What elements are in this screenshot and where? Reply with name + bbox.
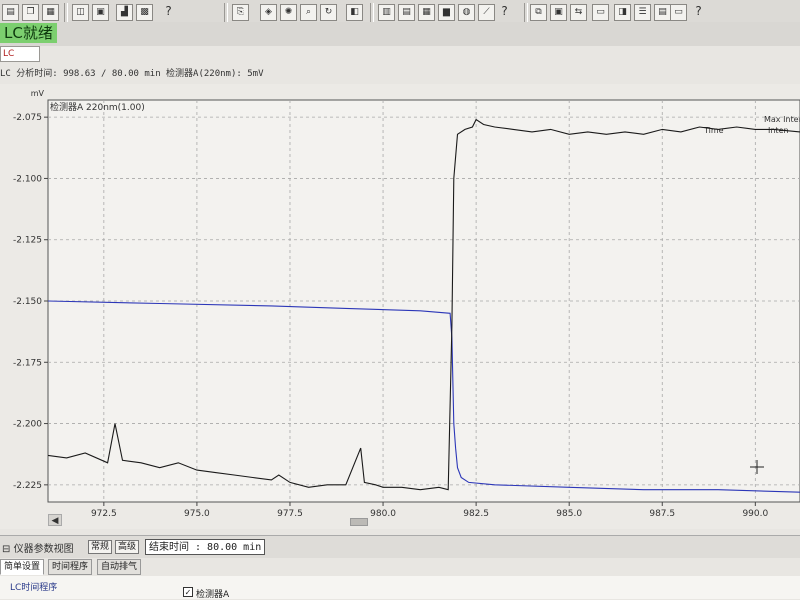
param-panel-title: ⊟ 仪器参数视图 <box>2 540 74 555</box>
list-icon[interactable]: ☰ <box>634 4 651 21</box>
param-panel-header: ⊟ 仪器参数视图 常规 高级 结束时间 : 80.00 min <box>0 535 800 558</box>
toolbar-separator <box>524 3 528 23</box>
collapse-icon[interactable]: ⊟ <box>2 544 10 555</box>
x-tick-label: 977.5 <box>277 509 303 519</box>
param-panel-title-text: 仪器参数视图 <box>13 544 74 555</box>
print-icon[interactable]: ▭ <box>670 4 687 21</box>
settings-panel: LC时间程序 ✓ 检测器A <box>0 576 800 600</box>
advanced-button[interactable]: 高级 <box>115 540 140 554</box>
grid-icon[interactable]: ▦ <box>42 4 59 21</box>
view-icon[interactable]: ▤ <box>654 4 671 21</box>
help-icon[interactable]: ? <box>690 4 707 21</box>
x-tick-label: 982.5 <box>463 509 489 519</box>
line-chart-icon[interactable]: ⟋ <box>478 4 495 21</box>
y-tick-label: -2.100 <box>13 174 42 184</box>
lc-time-program-label: LC时间程序 <box>10 583 58 593</box>
y-tick-label: -2.225 <box>13 481 42 491</box>
lc-ready-status: LC就绪 <box>0 23 57 43</box>
settings-icon[interactable]: ◈ <box>260 4 277 21</box>
panel-icon[interactable]: ◨ <box>614 4 631 21</box>
tab-simple-settings[interactable]: 简单设置 <box>0 559 45 575</box>
help-icon[interactable]: ? <box>160 4 177 21</box>
x-tick-label: 972.5 <box>91 509 117 519</box>
arrows-icon[interactable]: ⇆ <box>570 4 587 21</box>
legend-max-inter: Max Inter <box>764 115 800 124</box>
x-tick-label: 980.0 <box>370 509 396 519</box>
end-time-field[interactable]: 结束时间 : 80.00 min <box>145 539 266 555</box>
detector-label: 检测器A 220nm(1.00) <box>50 101 145 113</box>
detector-a-checkbox[interactable]: ✓ <box>183 587 193 597</box>
help-icon[interactable]: ? <box>496 4 513 21</box>
gear-icon[interactable]: ✺ <box>280 4 297 21</box>
disk-icon[interactable]: ▭ <box>592 4 609 21</box>
x-tick-label: 990.0 <box>742 509 768 519</box>
lc-tab[interactable]: LC <box>0 46 40 62</box>
status-row <box>0 22 800 46</box>
scrollbar-thumb[interactable] <box>350 518 368 526</box>
x-tick-label: 975.0 <box>184 509 210 519</box>
normal-button[interactable]: 常规 <box>88 540 113 554</box>
toolbar-separator <box>224 3 228 23</box>
y-tick-label: -2.075 <box>13 113 42 123</box>
tab-time-program[interactable]: 时间程序 <box>48 559 93 575</box>
calc-icon[interactable]: ▦ <box>418 4 435 21</box>
y-tick-label: -2.150 <box>13 297 42 307</box>
report-icon[interactable]: ⎘ <box>232 4 249 21</box>
refresh-icon[interactable]: ↻ <box>320 4 337 21</box>
window-1-icon[interactable]: ⧉ <box>530 4 547 21</box>
bar-chart-icon[interactable]: ▆ <box>438 4 455 21</box>
tab-auto-purge[interactable]: 自动排气 <box>97 559 142 575</box>
monitor-icon[interactable]: ▩ <box>136 4 153 21</box>
toolbar-separator <box>370 3 374 23</box>
window-icon[interactable]: ▣ <box>92 4 109 21</box>
copy-icon[interactable]: ❐ <box>22 4 39 21</box>
toolbar-separator <box>64 3 68 23</box>
y-tick-label: -2.125 <box>13 236 42 246</box>
layout-icon[interactable]: ◫ <box>72 4 89 21</box>
palette-icon[interactable]: ◍ <box>458 4 475 21</box>
plot-area <box>47 99 800 503</box>
zoom-icon[interactable]: ⌕ <box>300 4 317 21</box>
scroll-left-arrow-icon[interactable]: ◀ <box>48 514 62 526</box>
y-unit-label: mV <box>31 89 45 98</box>
y-tick-label: -2.200 <box>13 420 42 430</box>
chromatogram-panel[interactable]: 972.5 975.0 977.5 980.0 982.5 985.0 987.5 990.0… <box>0 84 800 529</box>
file-icon[interactable]: ▤ <box>2 4 19 21</box>
tools-icon[interactable]: ◧ <box>346 4 363 21</box>
table-icon[interactable]: ▤ <box>398 4 415 21</box>
chromatogram-chart[interactable]: 972.5 975.0 977.5 980.0 982.5 985.0 987.5 990.0… <box>0 84 800 529</box>
y-tick-label: -2.175 <box>13 358 42 368</box>
data-icon[interactable]: ▥ <box>378 4 395 21</box>
param-tabs: 简单设置 时间程序 自动排气 <box>0 559 800 576</box>
x-tick-label: 985.0 <box>556 509 582 519</box>
window-2-icon[interactable]: ▣ <box>550 4 567 21</box>
detector-a-label: 检测器A <box>196 590 230 600</box>
x-tick-label: 987.5 <box>649 509 675 519</box>
analysis-info-bar: LC 分析时间: 998.63 / 80.00 min 检测器A(220nm):… <box>0 69 264 79</box>
chart-icon[interactable]: ▟ <box>116 4 133 21</box>
